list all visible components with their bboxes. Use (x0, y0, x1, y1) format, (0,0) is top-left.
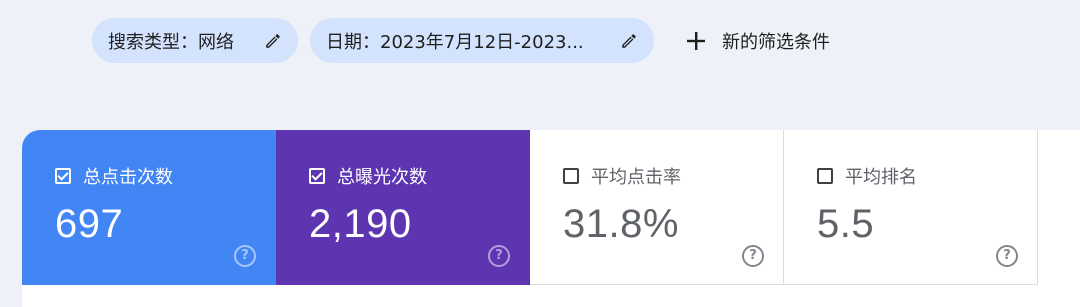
search-type-filter-label: 搜索类型：网络 (108, 31, 234, 53)
checkbox-checked-icon[interactable] (309, 168, 325, 184)
search-type-filter-chip[interactable]: 搜索类型：网络 (92, 18, 298, 63)
date-filter-chip[interactable]: 日期：2023年7月12日-2023... (310, 18, 654, 63)
metric-label-row: 平均排名 (817, 163, 917, 189)
metric-value: 697 (55, 202, 124, 246)
metrics-panel: 总点击次数 697 ? 总曝光次数 2,190 ? 平均点击率 31.8% ? (22, 130, 1080, 307)
checkbox-checked-icon[interactable] (55, 168, 71, 184)
pencil-icon[interactable] (618, 30, 640, 52)
metric-value: 2,190 (309, 202, 412, 246)
metric-value: 31.8% (563, 202, 679, 246)
checkbox-unchecked-icon[interactable] (563, 168, 579, 184)
metric-label: 平均点击率 (591, 167, 681, 188)
pencil-icon[interactable] (262, 30, 284, 52)
metric-label-row: 平均点击率 (563, 163, 681, 189)
plus-icon (684, 29, 708, 53)
metric-card-average-position[interactable]: 平均排名 5.5 ? (784, 130, 1038, 285)
help-icon[interactable]: ? (234, 245, 256, 267)
metrics-spacer (1038, 130, 1080, 285)
metric-card-average-ctr[interactable]: 平均点击率 31.8% ? (530, 130, 784, 285)
metric-card-total-impressions[interactable]: 总曝光次数 2,190 ? (276, 130, 530, 285)
new-filter-label: 新的筛选条件 (722, 31, 830, 53)
help-icon[interactable]: ? (488, 245, 510, 267)
help-icon[interactable]: ? (996, 245, 1018, 267)
metric-label: 总曝光次数 (337, 167, 427, 188)
metric-label-row: 总点击次数 (55, 163, 173, 189)
metric-value: 5.5 (817, 202, 875, 246)
new-filter-button[interactable]: 新的筛选条件 (666, 18, 836, 63)
metric-label-row: 总曝光次数 (309, 163, 427, 189)
metric-label: 平均排名 (845, 167, 917, 188)
metric-card-total-clicks[interactable]: 总点击次数 697 ? (22, 130, 276, 285)
filter-bar: 搜索类型：网络 日期：2023年7月12日-2023... 新的筛选条件 (92, 18, 836, 63)
metric-cards-row: 总点击次数 697 ? 总曝光次数 2,190 ? 平均点击率 31.8% ? (22, 130, 1080, 285)
metric-label: 总点击次数 (83, 167, 173, 188)
date-filter-label: 日期：2023年7月12日-2023... (326, 31, 584, 53)
help-icon[interactable]: ? (742, 245, 764, 267)
checkbox-unchecked-icon[interactable] (817, 168, 833, 184)
